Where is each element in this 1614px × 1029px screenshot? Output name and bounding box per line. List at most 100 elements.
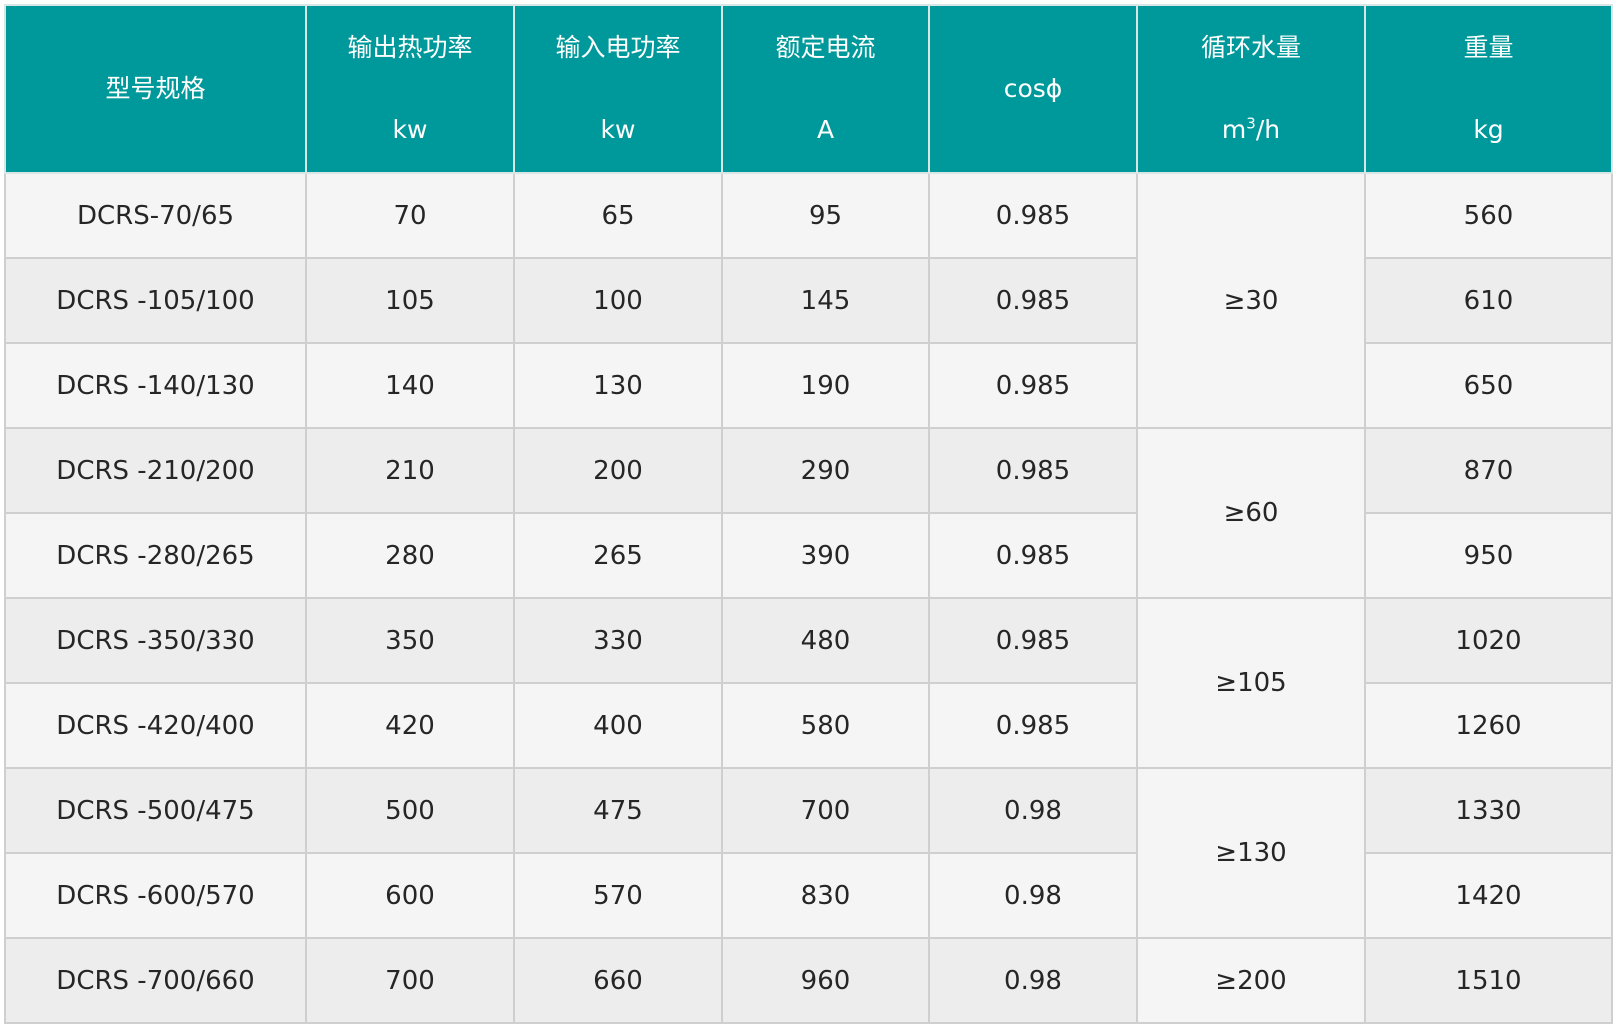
header-output-power-name: 输出热功率 — [347, 33, 473, 62]
table-row: DCRS -420/400 420 400 580 0.985 1260 — [4, 682, 1613, 769]
cell-weight: 1420 — [1364, 852, 1613, 939]
cell-input-power: 660 — [513, 937, 723, 1024]
header-weight-name: 重量 — [1463, 33, 1514, 62]
header-row: 型号规格 输出热功率 kw 输入电功率 kw 额定电流 A cosϕ 循环水量 … — [4, 4, 1613, 174]
header-model: 型号规格 — [4, 4, 307, 174]
cell-rated-current: 480 — [721, 597, 930, 684]
cell-rated-current: 390 — [721, 512, 930, 599]
cell-rated-current: 95 — [721, 172, 930, 259]
cell-model: DCRS -700/660 — [4, 937, 307, 1024]
cell-weight: 1330 — [1364, 767, 1613, 854]
table-row: DCRS -500/475 500 475 700 0.98 ≥130 1330 — [4, 767, 1613, 939]
header-input-power-name: 输入电功率 — [555, 33, 681, 62]
header-rated-current-unit: A — [816, 115, 835, 144]
cell-weight: 610 — [1364, 257, 1613, 344]
cell-weight: 1020 — [1364, 597, 1613, 684]
cell-output-power: 280 — [305, 512, 515, 599]
cell-power-factor: 0.985 — [928, 597, 1138, 684]
cell-input-power: 330 — [513, 597, 723, 684]
spec-table-container: 型号规格 输出热功率 kw 输入电功率 kw 额定电流 A cosϕ 循环水量 … — [4, 4, 1613, 1024]
cell-input-power: 475 — [513, 767, 723, 854]
cell-rated-current: 290 — [721, 427, 930, 514]
header-model-name: 型号规格 — [105, 74, 206, 103]
cell-water-flow: ≥105 — [1136, 597, 1366, 769]
cell-output-power: 70 — [305, 172, 515, 259]
cell-rated-current: 960 — [721, 937, 930, 1024]
header-rated-current-name: 额定电流 — [775, 33, 876, 62]
cell-output-power: 500 — [305, 767, 515, 854]
cell-model: DCRS -600/570 — [4, 852, 307, 939]
cell-water-flow: ≥60 — [1136, 427, 1366, 599]
cell-power-factor: 0.985 — [928, 427, 1138, 514]
header-water-flow-unit-base: m — [1221, 115, 1247, 144]
cell-power-factor: 0.985 — [928, 682, 1138, 769]
table-row: DCRS -210/200 210 200 290 0.985 ≥60 870 — [4, 427, 1613, 599]
spec-table: 型号规格 输出热功率 kw 输入电功率 kw 额定电流 A cosϕ 循环水量 … — [4, 4, 1613, 1024]
cell-weight: 560 — [1364, 172, 1613, 259]
cell-output-power: 350 — [305, 597, 515, 684]
table-row: DCRS -280/265 280 265 390 0.985 950 — [4, 512, 1613, 599]
table-row: DCRS -600/570 600 570 830 0.98 1420 — [4, 852, 1613, 939]
cell-input-power: 100 — [513, 257, 723, 344]
cell-input-power: 265 — [513, 512, 723, 599]
cell-input-power: 65 — [513, 172, 723, 259]
header-water-flow-unit: m3/h — [1138, 116, 1364, 144]
header-power-factor: cosϕ — [928, 4, 1138, 174]
cell-model: DCRS -280/265 — [4, 512, 307, 599]
cell-power-factor: 0.985 — [928, 512, 1138, 599]
table-row: DCRS -350/330 350 330 480 0.985 ≥105 102… — [4, 597, 1613, 769]
table-row: DCRS -700/660 700 660 960 0.98 ≥200 1510 — [4, 937, 1613, 1024]
cell-rated-current: 190 — [721, 342, 930, 429]
cell-power-factor: 0.985 — [928, 257, 1138, 344]
cell-model: DCRS -500/475 — [4, 767, 307, 854]
header-water-flow-unit-sup: 3 — [1246, 114, 1256, 133]
cell-power-factor: 0.985 — [928, 172, 1138, 259]
cell-model: DCRS -210/200 — [4, 427, 307, 514]
cell-rated-current: 580 — [721, 682, 930, 769]
cell-input-power: 570 — [513, 852, 723, 939]
cell-rated-current: 700 — [721, 767, 930, 854]
cell-water-flow: ≥200 — [1136, 937, 1366, 1024]
cell-rated-current: 830 — [721, 852, 930, 939]
cell-input-power: 200 — [513, 427, 723, 514]
header-output-power-unit: kw — [392, 115, 428, 144]
table-row: DCRS -105/100 105 100 145 0.985 610 — [4, 257, 1613, 344]
cell-power-factor: 0.98 — [928, 767, 1138, 854]
cell-output-power: 600 — [305, 852, 515, 939]
cell-output-power: 210 — [305, 427, 515, 514]
cell-input-power: 130 — [513, 342, 723, 429]
header-power-factor-name: cosϕ — [1003, 74, 1063, 103]
header-water-flow-unit-tail: /h — [1255, 115, 1281, 144]
cell-water-flow: ≥130 — [1136, 767, 1366, 939]
cell-input-power: 400 — [513, 682, 723, 769]
header-weight: 重量 kg — [1364, 4, 1613, 174]
cell-weight: 1260 — [1364, 682, 1613, 769]
cell-model: DCRS -420/400 — [4, 682, 307, 769]
cell-power-factor: 0.98 — [928, 852, 1138, 939]
table-row: DCRS -140/130 140 130 190 0.985 650 — [4, 342, 1613, 429]
header-weight-unit: kg — [1473, 115, 1504, 144]
cell-weight: 1510 — [1364, 937, 1613, 1024]
cell-water-flow: ≥30 — [1136, 172, 1366, 429]
header-output-power: 输出热功率 kw — [305, 4, 515, 174]
cell-model: DCRS -105/100 — [4, 257, 307, 344]
cell-output-power: 105 — [305, 257, 515, 344]
header-water-flow-name: 循环水量 — [1200, 33, 1301, 62]
header-rated-current: 额定电流 A — [721, 4, 930, 174]
cell-output-power: 140 — [305, 342, 515, 429]
header-input-power-unit: kw — [600, 115, 636, 144]
header-input-power: 输入电功率 kw — [513, 4, 723, 174]
cell-power-factor: 0.985 — [928, 342, 1138, 429]
cell-model: DCRS -350/330 — [4, 597, 307, 684]
cell-weight: 650 — [1364, 342, 1613, 429]
header-water-flow: 循环水量 m3/h — [1136, 4, 1366, 174]
cell-output-power: 700 — [305, 937, 515, 1024]
cell-rated-current: 145 — [721, 257, 930, 344]
cell-model: DCRS -140/130 — [4, 342, 307, 429]
table-row: DCRS-70/65 70 65 95 0.985 ≥30 560 — [4, 172, 1613, 429]
cell-weight: 870 — [1364, 427, 1613, 514]
cell-weight: 950 — [1364, 512, 1613, 599]
cell-output-power: 420 — [305, 682, 515, 769]
cell-model: DCRS-70/65 — [4, 172, 307, 259]
cell-power-factor: 0.98 — [928, 937, 1138, 1024]
